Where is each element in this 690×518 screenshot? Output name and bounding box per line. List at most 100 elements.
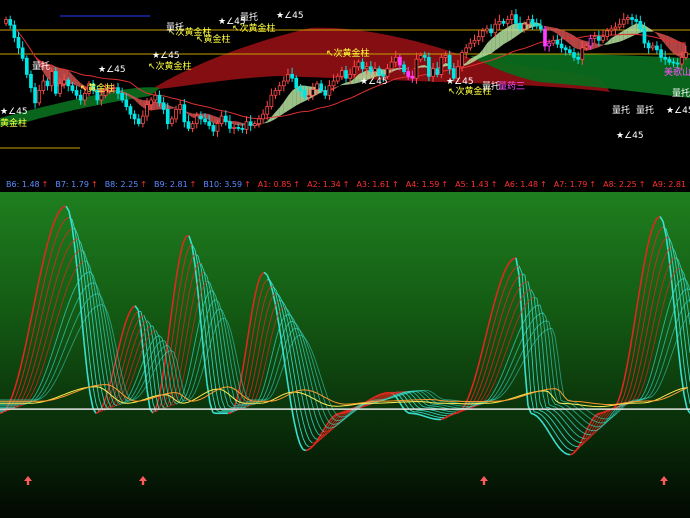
oscillator-line-segment: [44, 311, 49, 324]
oscillator-line-segment: [92, 386, 97, 404]
indicator-value: A6: 1.48: [504, 180, 539, 189]
oscillator-line-segment: [59, 259, 64, 269]
oscillator-line-segment: [128, 307, 133, 314]
oscillator-line-segment: [653, 217, 658, 225]
candle: [650, 42, 655, 51]
oscillator-line-segment: [452, 406, 457, 409]
oscillator-line-segment: [503, 373, 508, 381]
oscillator-line-segment: [620, 395, 625, 404]
oscillator-line-segment: [509, 258, 514, 263]
oscillator-line-segment: [545, 385, 550, 405]
oscillator-line-segment: [638, 356, 643, 371]
oscillator-line-segment: [506, 290, 511, 300]
oscillator-line-segment: [62, 234, 67, 241]
oscillator-line-segment: [644, 392, 649, 398]
oscillator-line-segment: [554, 406, 559, 409]
oscillator-line-segment: [578, 409, 583, 413]
oscillator-line-segment: [299, 348, 304, 363]
oscillator-line-segment: [32, 374, 37, 384]
oscillator-line-segment: [134, 375, 139, 384]
oscillator-line-segment: [230, 401, 235, 407]
up-arrow-icon: ↑: [293, 180, 301, 189]
candle: [190, 120, 195, 133]
oscillator-line-segment: [41, 343, 46, 355]
oscillator-line-segment: [179, 298, 184, 319]
oscillator-line-segment: [443, 404, 448, 407]
oscillator-line-segment: [230, 343, 235, 361]
oscillator-line-segment: [413, 402, 418, 407]
oscillator-line-segment: [527, 347, 532, 354]
candle: [597, 30, 601, 46]
oscillator-line-segment: [677, 280, 682, 306]
oscillator-line-segment: [554, 410, 559, 415]
oscillator-line-segment: [233, 380, 238, 394]
oscillator-line-segment: [266, 342, 271, 357]
oscillator-line-segment: [200, 284, 205, 293]
oscillator-line-segment: [500, 356, 505, 366]
oscillator-line-segment: [635, 349, 640, 365]
oscillator-line-segment: [560, 424, 565, 429]
oscillator-line-segment: [293, 373, 298, 392]
oscillator-line-segment: [188, 258, 193, 268]
oscillator-line-segment: [464, 407, 469, 409]
oscillator-line-segment: [551, 399, 556, 405]
candle: [485, 25, 489, 34]
oscillator-line-segment: [497, 385, 502, 392]
oscillator-line-segment: [314, 428, 319, 435]
oscillator-line-segment: [233, 360, 238, 377]
ma-ribbon-segment: [549, 26, 554, 32]
oscillator-line-segment: [245, 357, 250, 376]
oscillator-line-segment: [497, 351, 502, 361]
oscillator-line-segment: [179, 243, 184, 257]
oscillator-line-segment: [53, 215, 58, 223]
oscillator-line-segment: [485, 359, 490, 370]
oscillator-line-segment: [278, 370, 283, 380]
oscillator-line-segment: [302, 401, 307, 416]
oscillator-line-segment: [485, 385, 490, 393]
oscillator-line-segment: [437, 411, 442, 413]
indicator-value: A8: 2.25: [603, 180, 637, 189]
indicator-value: B8: 2.25: [104, 180, 139, 189]
oscillator-line-segment: [572, 416, 577, 420]
oscillator-line-segment: [59, 365, 64, 373]
oscillator-line-segment: [59, 352, 64, 361]
oscillator-line-segment: [566, 432, 571, 437]
oscillator-line-segment: [506, 339, 511, 349]
ma-ribbon-segment: [607, 38, 612, 45]
oscillator-line-segment: [47, 254, 52, 266]
oscillator-line-segment: [29, 382, 34, 391]
oscillator-line-segment: [212, 411, 217, 415]
price-panel[interactable]: ★∠45 黄金柱 ↖黄金柱 ★∠45 量托 ★∠45 ↖次黄金柱 量托 ↖次黄金柱 ↖黄金柱 ★∠4…: [0, 0, 690, 178]
oscillator-line-segment: [296, 391, 301, 408]
oscillator-line-segment: [38, 314, 43, 328]
oscillator-line-segment: [260, 271, 265, 276]
oscillator-line-segment: [134, 392, 139, 398]
oscillator-line-segment: [497, 317, 502, 328]
oscillator-line-segment: [266, 287, 271, 294]
oscillator-line-segment: [305, 448, 310, 452]
oscillator-line-segment: [74, 332, 79, 339]
oscillator-line-segment: [44, 391, 49, 396]
oscillator-line-segment: [308, 445, 313, 448]
ma-ribbon-segment: [507, 24, 512, 42]
oscillator-line-segment: [128, 320, 133, 329]
oscillator-line-segment: [62, 218, 67, 223]
oscillator-line-segment: [641, 288, 646, 306]
oscillator-line-segment: [431, 407, 436, 409]
oscillator-line-segment: [125, 313, 130, 322]
oscillator-line-segment: [416, 413, 421, 416]
oscillator-panel[interactable]: [0, 192, 690, 518]
oscillator-line-segment: [263, 356, 268, 371]
candle: [609, 25, 614, 36]
oscillator-line-segment: [434, 410, 439, 413]
oscillator-line-segment: [35, 364, 40, 375]
oscillator-line-segment: [659, 241, 664, 249]
oscillator-line-segment: [86, 334, 91, 364]
oscillator-line-segment: [266, 397, 271, 401]
oscillator-line-segment: [578, 436, 583, 439]
oscillator-line-segment: [521, 305, 526, 312]
oscillator-line-segment: [566, 440, 571, 444]
oscillator-line-segment: [134, 333, 139, 342]
oscillator-line-segment: [482, 353, 487, 366]
ma-ribbon-segment: [569, 33, 574, 48]
